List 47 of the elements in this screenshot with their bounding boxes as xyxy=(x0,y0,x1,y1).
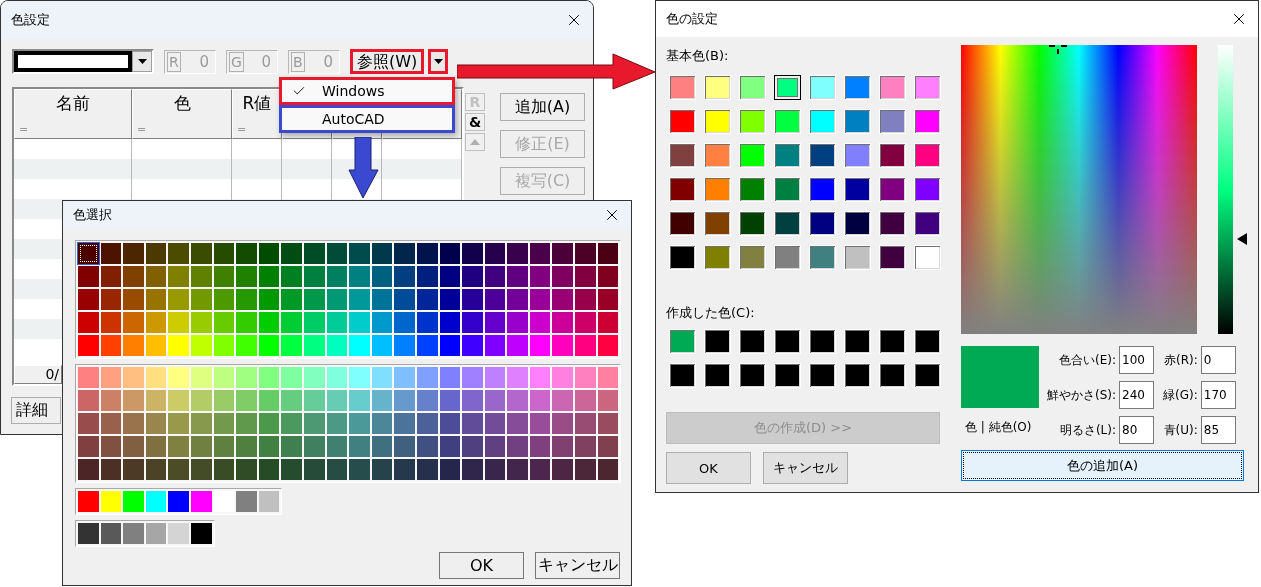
field-value: 0 xyxy=(323,52,333,71)
small-button[interactable]: & xyxy=(465,113,485,131)
section-label: 基本色(B): xyxy=(666,47,730,65)
field-value: 0 xyxy=(261,52,271,71)
table-header-cell[interactable]: 色 = xyxy=(132,89,232,139)
window-title: 色の設定 xyxy=(666,10,718,28)
add-color-button[interactable]: 色の追加(A) xyxy=(961,450,1244,481)
detail-button[interactable]: 詳細 xyxy=(11,397,61,424)
column-marker: = xyxy=(237,123,248,136)
ok-button[interactable]: OK xyxy=(666,452,751,484)
field-label: 鮮やかさ(S): xyxy=(1047,386,1117,404)
menu-item[interactable]: Windows xyxy=(279,77,455,105)
column-header: 名前 xyxy=(55,92,91,115)
menu-item[interactable]: AutoCAD xyxy=(279,105,455,133)
channel-label: B xyxy=(291,51,305,72)
section-label: 作成した色(C): xyxy=(666,304,756,322)
table-header-cell[interactable]: R値 = xyxy=(232,89,282,139)
value-field[interactable]: 100 xyxy=(1119,346,1155,374)
dialog-button[interactable]: OK xyxy=(439,552,524,579)
menu-label: AutoCAD xyxy=(322,111,385,127)
table-header-cell[interactable]: 名前 = xyxy=(14,89,132,139)
column-marker: = xyxy=(137,123,148,136)
preview-label: 色 | 純色(O) xyxy=(965,419,1032,436)
field-label: 緑(G): xyxy=(1163,386,1198,404)
field-label: 明るさ(L): xyxy=(1058,421,1117,439)
dialog-button[interactable]: キャンセル xyxy=(535,552,620,579)
column-header: R値 xyxy=(241,92,273,115)
channel-label: R xyxy=(167,51,181,72)
column-marker: = xyxy=(19,123,30,136)
value-field[interactable]: 80 xyxy=(1119,416,1155,444)
channel-label: G xyxy=(229,51,244,72)
field-label: 色合い(E): xyxy=(1058,351,1117,369)
value-field[interactable]: 0 xyxy=(1200,346,1236,374)
column-header: 色 xyxy=(172,92,192,115)
field-label: 赤(R): xyxy=(1163,351,1198,369)
window-title: 色設定 xyxy=(11,11,50,29)
reference-button[interactable]: 参照(W) xyxy=(350,49,425,74)
value-field[interactable]: 170 xyxy=(1200,381,1236,409)
value-field[interactable]: 240 xyxy=(1119,381,1155,409)
action-button[interactable]: 追加(A) xyxy=(500,93,585,121)
field-label: 青(U): xyxy=(1163,421,1198,439)
value-field[interactable]: 85 xyxy=(1200,416,1236,444)
cancel-button[interactable]: キャンセル xyxy=(763,452,848,484)
field-value: 0 xyxy=(199,52,209,71)
menu-label: Windows xyxy=(322,83,385,99)
record-counter: 0/ xyxy=(14,365,62,384)
window-title: 色選択 xyxy=(73,206,112,224)
